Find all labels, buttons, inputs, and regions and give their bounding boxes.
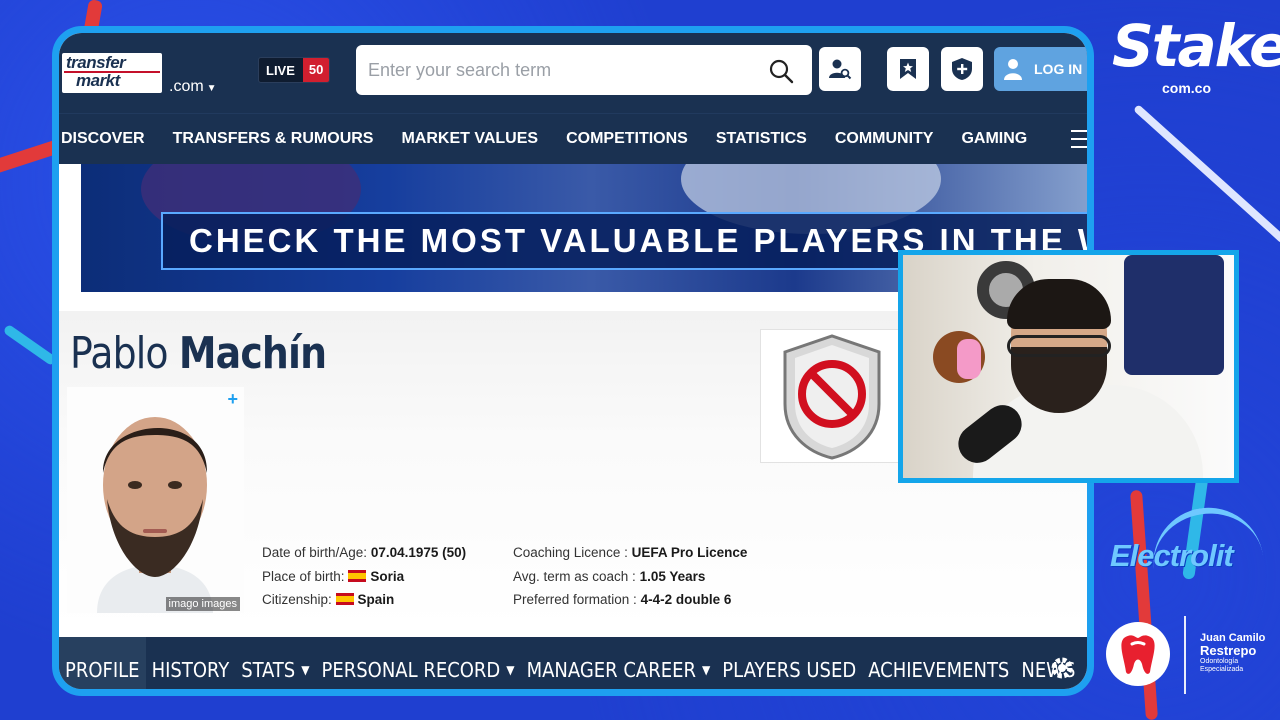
- dob-row: Date of birth/Age: 07.04.1975 (50): [262, 541, 466, 565]
- tab-personal-record-label: PERSONAL RECORD: [321, 658, 501, 682]
- tab-achievements[interactable]: ACHIEVEMENTS: [862, 637, 1015, 689]
- nav-item-discover[interactable]: DISCOVER: [61, 130, 145, 148]
- transfermarkt-logo[interactable]: transfer markt: [62, 53, 162, 93]
- chevron-down-icon: ▼: [301, 663, 310, 677]
- term-row: Avg. term as coach : 1.05 Years: [513, 565, 747, 589]
- tab-manager-career-label: MANAGER CAREER: [526, 658, 696, 682]
- without-club-icon: [783, 334, 881, 460]
- portrait-image: [67, 387, 244, 613]
- citizenship-label: Citizenship:: [262, 592, 332, 607]
- chevron-down-icon: ▼: [701, 663, 711, 677]
- nav-item-competitions[interactable]: COMPETITIONS: [566, 130, 688, 148]
- first-name: Pablo: [70, 328, 169, 379]
- pob-label: Place of birth:: [262, 568, 345, 584]
- tooth-icon: [1121, 635, 1155, 674]
- tooth-logo-icon: [1106, 622, 1170, 686]
- licence-value: UEFA Pro Licence: [631, 545, 748, 560]
- tab-stats[interactable]: STATS ▼: [235, 637, 315, 689]
- manager-photo[interactable]: + imago images: [67, 387, 244, 613]
- login-button[interactable]: LOG IN: [994, 47, 1087, 91]
- nav-item-transfers-rumours[interactable]: TRANSFERS & RUMOURS: [173, 130, 374, 148]
- gear-icon[interactable]: [1049, 655, 1075, 681]
- site-header: transfer markt .com ▼ LIVE 50 Enter your…: [59, 33, 1087, 113]
- tab-players-used-label: PLAYERS USED: [722, 658, 857, 682]
- pob-row: Place of birth: Soria: [262, 565, 466, 589]
- tab-players-used[interactable]: PLAYERS USED: [716, 637, 862, 689]
- formation-label: Preferred formation :: [513, 592, 637, 607]
- bg-stroke-teal: [2, 323, 58, 367]
- webcam-overlay: [898, 250, 1239, 483]
- personal-info: Date of birth/Age: 07.04.1975 (50) Place…: [262, 541, 466, 612]
- term-label: Avg. term as coach :: [513, 568, 636, 584]
- plus-icon[interactable]: +: [227, 389, 238, 410]
- domain-selector[interactable]: .com ▼: [169, 78, 217, 96]
- main-navigation: DISCOVER TRANSFERS & RUMOURS MARKET VALU…: [59, 113, 1087, 164]
- user-search-button[interactable]: [819, 47, 861, 91]
- webcam-jersey: [1124, 255, 1224, 375]
- shield-plus-icon: [952, 58, 972, 80]
- tab-profile-label: PROFILE: [65, 658, 140, 682]
- chevron-down-icon: ▼: [506, 663, 515, 677]
- bg-stroke-light: [1133, 104, 1280, 244]
- tab-history-label: HISTORY: [151, 658, 230, 682]
- dentist-sponsor: Juan Camilo Restrepo Odontología Especia…: [1200, 632, 1265, 674]
- formation-row: Preferred formation : 4-4-2 double 6: [513, 588, 747, 612]
- nav-item-gaming[interactable]: GAMING: [961, 130, 1027, 148]
- last-name: Machín: [178, 328, 327, 379]
- tab-manager-career[interactable]: MANAGER CAREER ▼: [521, 637, 717, 689]
- stake-logo: Stake: [1112, 12, 1280, 80]
- logo-text-line2: markt: [76, 71, 120, 90]
- photo-credit: imago images: [165, 597, 240, 611]
- tab-achievements-label: ACHIEVEMENTS: [868, 658, 1010, 682]
- chevron-down-icon: ▼: [206, 83, 217, 94]
- page-title: Pablo Machín: [70, 328, 327, 379]
- dentist-line4: Especializada: [1200, 666, 1244, 673]
- search-box: [356, 45, 812, 95]
- tab-stats-label: STATS: [241, 658, 296, 682]
- term-value: 1.05 Years: [639, 568, 706, 584]
- live-label: LIVE: [266, 62, 295, 78]
- dob-label: Date of birth/Age:: [262, 545, 368, 560]
- nav-item-statistics[interactable]: STATISTICS: [716, 130, 807, 148]
- dob-value: 07.04.1975 (50): [370, 545, 467, 560]
- formation-value: 4-4-2 double 6: [640, 592, 732, 607]
- user-search-icon: [829, 59, 852, 80]
- live-count-badge: 50: [302, 58, 330, 82]
- login-label: LOG IN: [1034, 61, 1083, 77]
- menu-icon[interactable]: [1071, 130, 1087, 150]
- spain-flag-icon: [348, 569, 367, 582]
- citizenship-value[interactable]: Spain: [358, 592, 395, 607]
- live-button[interactable]: LIVE 50: [258, 57, 331, 83]
- tab-personal-record[interactable]: PERSONAL RECORD ▼: [316, 637, 521, 689]
- profile-subnavigation: PROFILE HISTORY STATS ▼ PERSONAL RECORD ▼ …: [59, 637, 1087, 689]
- spain-flag-icon: [335, 593, 354, 605]
- logo-text-line1: transfer: [66, 53, 126, 72]
- tab-history[interactable]: HISTORY: [146, 637, 236, 689]
- webcam-person-glasses: [1007, 335, 1111, 357]
- user-icon: [1004, 59, 1022, 80]
- watchlist-button[interactable]: [887, 47, 929, 91]
- sponsor-divider: [1184, 616, 1186, 694]
- stake-domain: com.co: [1162, 80, 1212, 96]
- webcam-toy: [957, 339, 981, 379]
- dentist-line3: Odontología: [1200, 658, 1239, 665]
- bookmark-star-icon: [900, 59, 916, 79]
- coaching-info: Coaching Licence : UEFA Pro Licence Avg.…: [513, 541, 747, 612]
- domain-label: .com: [169, 78, 204, 95]
- pob-value: Soria: [370, 568, 405, 584]
- shield-plus-button[interactable]: [941, 47, 983, 91]
- search-input[interactable]: [368, 57, 748, 83]
- citizenship-row: Citizenship: Spain: [262, 588, 466, 612]
- club-crest[interactable]: [760, 329, 902, 463]
- search-icon[interactable]: [768, 58, 794, 84]
- licence-label: Coaching Licence :: [513, 545, 628, 560]
- licence-row: Coaching Licence : UEFA Pro Licence: [513, 541, 747, 565]
- nav-item-community[interactable]: COMMUNITY: [835, 130, 934, 148]
- nav-item-market-values[interactable]: MARKET VALUES: [401, 130, 538, 148]
- tab-profile[interactable]: PROFILE: [59, 637, 146, 689]
- electrolit-logo: Electrolit: [1110, 538, 1234, 573]
- dentist-line2: Restrepo: [1200, 643, 1257, 658]
